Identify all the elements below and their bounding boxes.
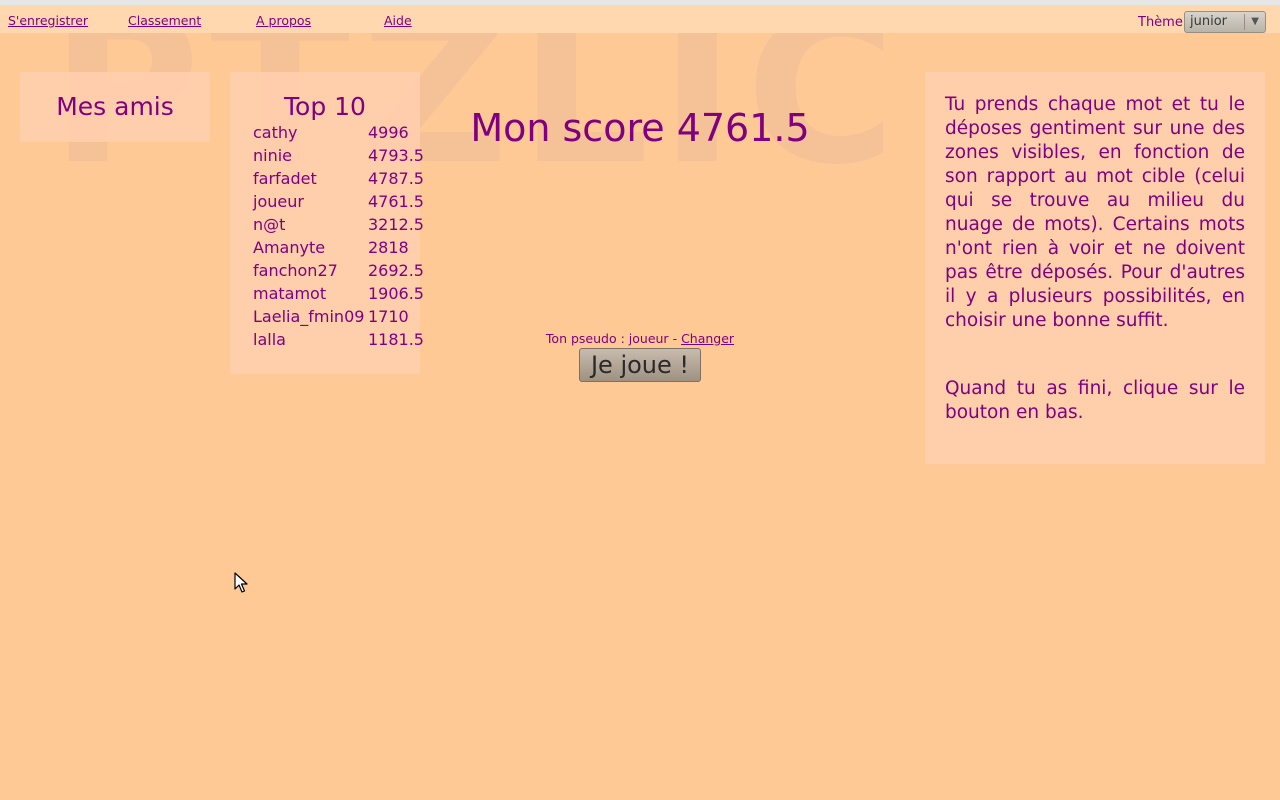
top10-row: Amanyte 2818 (253, 238, 424, 261)
instructions-panel: Tu prends chaque mot et tu le déposes ge… (925, 72, 1265, 464)
chevron-down-icon: ▼ (1251, 16, 1259, 27)
player-name: farfadet (253, 169, 317, 188)
help-link[interactable]: Aide (384, 13, 412, 28)
player-score: 1710 (368, 307, 409, 326)
theme-select[interactable]: junior ▼ (1184, 11, 1266, 33)
register-link[interactable]: S'enregistrer (8, 13, 88, 28)
player-name: cathy (253, 123, 298, 142)
top10-list: cathy 4996 ninie 4793.5 farfadet 4787.5 jou… (253, 123, 424, 353)
mouse-cursor-icon (234, 572, 248, 593)
top10-row: joueur 4761.5 (253, 192, 424, 215)
theme-label: Thème (1138, 15, 1183, 30)
player-name: matamot (253, 284, 327, 303)
player-name: joueur (253, 192, 304, 211)
top10-row: lalla 1181.5 (253, 330, 424, 353)
about-link[interactable]: A propos (256, 13, 311, 28)
player-score: 2818 (368, 238, 409, 257)
top10-title: Top 10 (284, 92, 366, 121)
my-score-title: Mon score 4761.5 (470, 106, 810, 150)
top-nav: S'enregistrer Classement A propos Aide T… (0, 5, 1280, 33)
top10-row: n@t 3212.5 (253, 215, 424, 238)
player-score: 1181.5 (368, 330, 424, 349)
theme-select-value: junior (1190, 14, 1228, 29)
instructions-paragraph: Tu prends chaque mot et tu le déposes ge… (945, 94, 1245, 331)
play-button[interactable]: Je joue ! (579, 348, 701, 382)
top10-row: cathy 4996 (253, 123, 424, 146)
top10-row: ninie 4793.5 (253, 146, 424, 169)
player-score: 4996 (368, 123, 409, 142)
ranking-link[interactable]: Classement (128, 13, 201, 28)
top10-row: Laelia_fmin09 1710 (253, 307, 424, 330)
player-name: Amanyte (253, 238, 326, 257)
top10-row: matamot 1906.5 (253, 284, 424, 307)
player-score: 1906.5 (368, 284, 424, 303)
friends-panel: Mes amis (20, 72, 210, 142)
top10-row: farfadet 4787.5 (253, 169, 424, 192)
player-score: 2692.5 (368, 261, 424, 280)
player-score: 4761.5 (368, 192, 424, 211)
player-score: 4793.5 (368, 146, 424, 165)
change-pseudo-link[interactable]: Changer (681, 331, 734, 346)
top10-panel: Top 10 cathy 4996 ninie 4793.5 farfadet 478… (230, 72, 424, 374)
top10-row: fanchon27 2692.5 (253, 261, 424, 284)
friends-title: Mes amis (56, 92, 174, 121)
player-score: 3212.5 (368, 215, 424, 234)
theme-select-divider (1244, 14, 1245, 30)
player-score: 4787.5 (368, 169, 424, 188)
pseudo-label: Ton pseudo : joueur (545, 331, 669, 346)
player-name: ninie (253, 146, 293, 165)
player-name: lalla (253, 330, 286, 349)
pseudo-line: Ton pseudo : joueur - Changer (440, 331, 840, 346)
pseudo-separator: - (672, 331, 678, 346)
instructions-paragraph: Quand tu as fini, clique sur le bouton e… (945, 378, 1245, 423)
player-name: fanchon27 (253, 261, 338, 280)
player-name: n@t (253, 215, 286, 234)
player-name: Laelia_fmin09 (253, 307, 365, 326)
